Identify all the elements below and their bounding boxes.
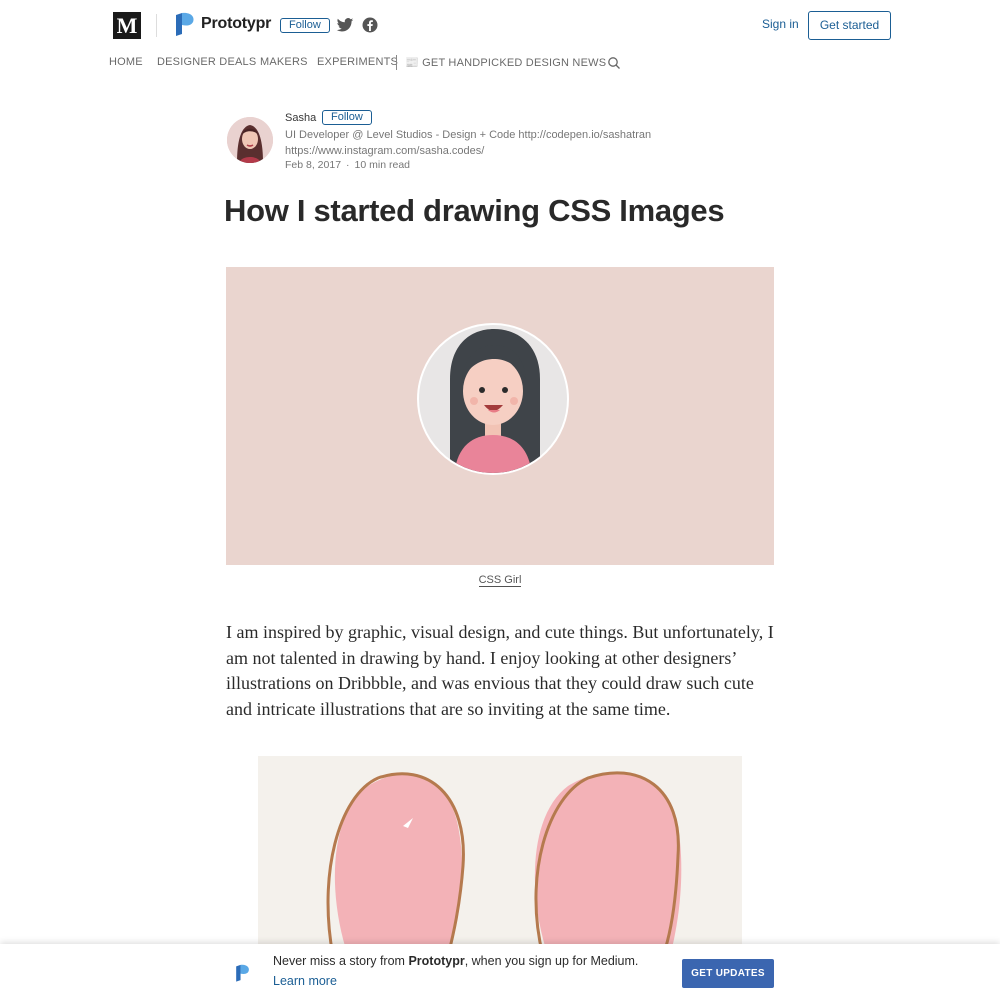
author-name[interactable]: Sasha	[285, 112, 316, 124]
nav-item-home[interactable]: HOME	[109, 56, 143, 68]
prototypr-logo-icon	[176, 12, 194, 36]
nav-item-experiments[interactable]: EXPERIMENTS	[317, 56, 398, 68]
figure-caption: CSS Girl	[226, 574, 774, 587]
facebook-icon[interactable]	[361, 16, 379, 34]
banner-text-suffix: , when you sign up for Medium.	[464, 954, 639, 968]
publication-logo[interactable]: Prototypr	[173, 11, 271, 36]
author-bio-link[interactable]: https://www.instagram.com/sasha.codes/	[285, 143, 685, 159]
get-updates-button[interactable]: GET UPDATES	[682, 959, 774, 988]
nav-item-design-news[interactable]: 📰 GET HANDPICKED DESIGN NEWS	[405, 56, 606, 69]
get-started-button[interactable]: Get started	[808, 11, 891, 40]
nav-item-designer-deals[interactable]: DESIGNER DEALS	[157, 56, 256, 68]
author-bio-line: UI Developer @ Level Studios - Design + …	[285, 129, 652, 141]
learn-more-link[interactable]: Learn more	[273, 974, 337, 988]
author-avatar[interactable]	[227, 117, 273, 163]
css-girl-illustration	[417, 323, 569, 475]
follow-publication-button[interactable]: Follow	[280, 18, 330, 33]
post-date[interactable]: Feb 8, 2017	[285, 159, 341, 171]
prototypr-logo-icon	[236, 964, 249, 982]
meta-separator: ·	[346, 159, 350, 171]
follow-author-button[interactable]: Follow	[322, 110, 372, 125]
sign-in-link[interactable]: Sign in	[762, 17, 799, 31]
banner-publication-name: Prototypr	[408, 954, 465, 968]
css-girl-figure[interactable]	[226, 267, 774, 565]
read-time: 10 min read	[354, 159, 410, 171]
nav-divider	[396, 55, 397, 70]
author-bio: UI Developer @ Level Studios - Design + …	[285, 127, 685, 159]
medium-logo[interactable]: M	[113, 12, 141, 39]
banner-message: Never miss a story from Prototypr, when …	[273, 954, 638, 968]
signup-banner: Never miss a story from Prototypr, when …	[0, 944, 1000, 1000]
figure-caption-link[interactable]: CSS Girl	[478, 574, 522, 587]
author-photo-image	[227, 117, 273, 163]
article-paragraph: I am inspired by graphic, visual design,…	[226, 622, 774, 720]
twitter-icon[interactable]	[336, 16, 354, 34]
header-divider	[156, 14, 157, 37]
post-meta: Feb 8, 2017 · 10 min read	[285, 159, 410, 171]
publication-name: Prototypr	[201, 14, 272, 32]
watercolor-ears-figure[interactable]	[258, 756, 742, 956]
watercolor-ears-illustration	[326, 771, 682, 956]
banner-text-prefix: Never miss a story from	[273, 954, 409, 968]
search-icon[interactable]	[607, 56, 621, 70]
publication-nav: HOME DESIGNER DEALS MAKERS EXPERIMENTS 📰…	[0, 55, 1000, 70]
article-title: How I started drawing CSS Images	[224, 193, 725, 228]
nav-item-makers[interactable]: MAKERS	[260, 56, 308, 68]
